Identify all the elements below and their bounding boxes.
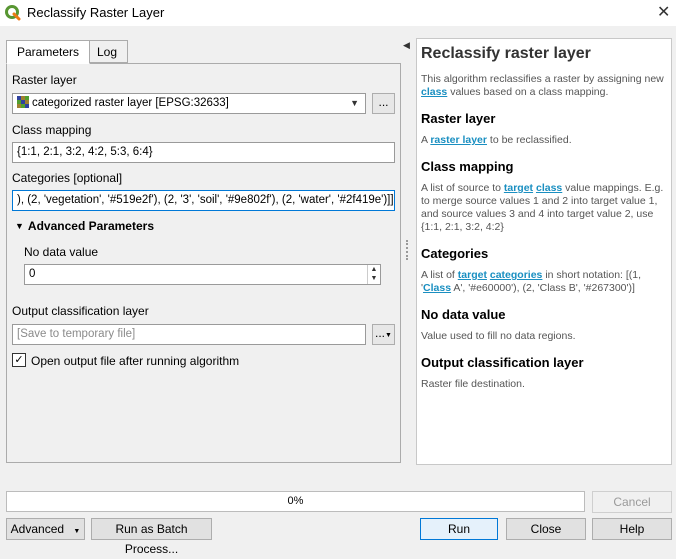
advanced-parameters-toggle[interactable]: ▼ Advanced Parameters — [15, 219, 154, 233]
help-raster-heading: Raster layer — [421, 111, 496, 126]
triangle-down-icon: ▼ — [15, 221, 24, 231]
tab-parameters[interactable]: Parameters — [6, 40, 91, 64]
help-intro: This algorithm reclassifies a raster by … — [421, 73, 664, 98]
help-link-raster-layer[interactable]: raster layer — [430, 134, 487, 146]
help-nodata-desc: Value used to fill no data regions. — [421, 330, 576, 342]
help-link-class[interactable]: class — [536, 182, 562, 194]
progress-bar: 0% — [6, 491, 585, 512]
output-path-input[interactable]: [Save to temporary file] — [12, 324, 366, 345]
raster-browse-button[interactable]: ... — [372, 93, 395, 114]
parameters-panel: Raster layer categorized raster layer [E… — [6, 63, 401, 463]
help-nodata-heading: No data value — [421, 307, 506, 322]
raster-layer-value: categorized raster layer [EPSG:32633] — [32, 97, 229, 109]
help-output-heading: Output classification layer — [421, 355, 584, 370]
categories-label: Categories [optional] — [12, 171, 123, 185]
splitter-handle[interactable] — [406, 240, 408, 260]
progress-text: 0% — [287, 495, 304, 507]
nodata-spinbox[interactable]: 0 ▲ ▼ — [24, 264, 381, 285]
help-categories-desc: A list of target categories in short not… — [421, 269, 642, 294]
chevron-down-icon: ▼ — [350, 98, 359, 108]
help-link-class[interactable]: class — [421, 86, 447, 98]
close-icon[interactable]: ✕ — [657, 2, 670, 22]
help-button[interactable]: Help — [592, 518, 672, 540]
raster-layer-label: Raster layer — [12, 73, 77, 87]
qgis-logo-icon — [5, 5, 21, 21]
categories-input[interactable]: ), (2, 'vegetation', '#519e2f'), (2, '3'… — [12, 190, 395, 211]
advanced-parameters-label: Advanced Parameters — [27, 219, 154, 233]
help-link-class[interactable]: Class — [423, 282, 451, 294]
title-bar: Reclassify Raster Layer ✕ — [0, 0, 676, 26]
advanced-button[interactable]: Advanced ▼ — [6, 518, 85, 540]
close-button[interactable]: Close — [506, 518, 586, 540]
window-title: Reclassify Raster Layer — [27, 5, 165, 20]
class-mapping-label: Class mapping — [12, 123, 92, 137]
help-link-categories[interactable]: categories — [490, 269, 543, 281]
chevron-down-icon: ▼ — [385, 332, 392, 339]
help-panel: Reclassify raster layer This algorithm r… — [416, 38, 672, 465]
help-categories-heading: Categories — [421, 246, 489, 261]
class-mapping-input[interactable]: {1:1, 2:1, 3:2, 4:2, 5:3, 6:4} — [12, 142, 395, 163]
nodata-value: 0 — [29, 268, 36, 280]
open-output-label: Open output file after running algorithm — [31, 354, 240, 368]
raster-layer-icon — [17, 96, 29, 108]
help-mapping-heading: Class mapping — [421, 159, 514, 174]
cancel-button[interactable]: Cancel — [592, 491, 672, 513]
spin-arrows-icon[interactable]: ▲ ▼ — [367, 265, 380, 284]
advanced-button-label: Advanced — [10, 522, 65, 536]
chevron-down-icon: ▼ — [73, 528, 81, 535]
help-mapping-desc: A list of source to target class value m… — [421, 182, 664, 233]
output-browse-label: ... — [375, 326, 386, 340]
help-output-desc: Raster file destination. — [421, 378, 525, 390]
help-link-target[interactable]: target — [458, 269, 487, 281]
collapse-arrow-icon[interactable]: ◀ — [403, 40, 410, 51]
help-link-target[interactable]: target — [504, 182, 533, 194]
run-button[interactable]: Run — [420, 518, 498, 540]
output-label: Output classification layer — [12, 304, 149, 318]
output-browse-button[interactable]: ...▼ — [372, 324, 395, 345]
nodata-label: No data value — [24, 245, 99, 259]
help-raster-desc: A raster layer to be reclassified. — [421, 134, 572, 146]
run-batch-button[interactable]: Run as Batch Process... — [91, 518, 212, 556]
open-output-checkbox[interactable]: ✓ — [12, 353, 26, 367]
tab-log[interactable]: Log — [86, 40, 129, 63]
help-title: Reclassify raster layer — [421, 45, 591, 62]
raster-layer-combo[interactable]: categorized raster layer [EPSG:32633] ▼ — [12, 93, 366, 114]
